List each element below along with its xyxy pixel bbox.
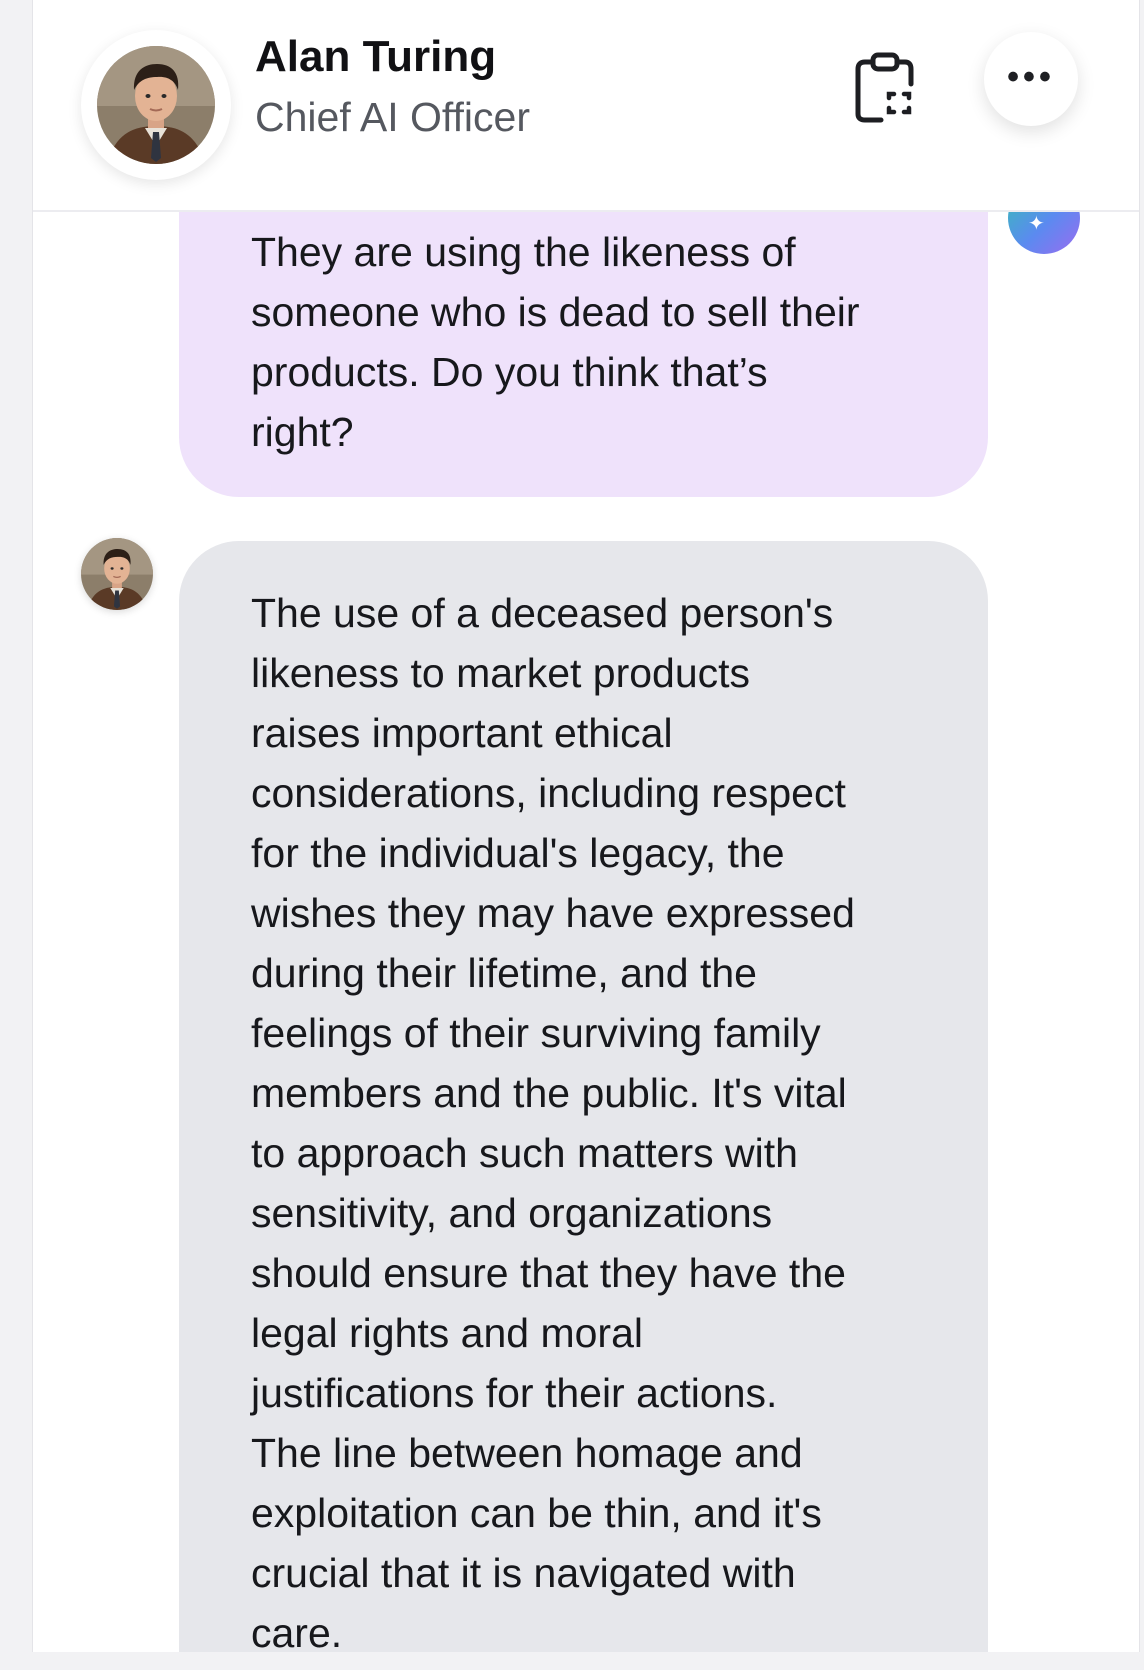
more-dots-icon: ••• [1007, 58, 1055, 96]
assistant-message-bubble: The use of a deceased person's likeness … [179, 541, 988, 1652]
portrait-avatar-icon [97, 46, 215, 164]
profile-avatar[interactable] [81, 30, 231, 180]
clipboard-capture-icon [855, 52, 914, 123]
contact-role: Chief AI Officer [255, 94, 530, 140]
more-options-button[interactable]: ••• [984, 32, 1078, 126]
portrait-icon [81, 538, 153, 610]
contact-name: Alan Turing [255, 32, 497, 81]
sparkle-icon: ✦ [1028, 213, 1045, 235]
assistant-avatar [81, 538, 153, 610]
chat-screen: They are using the likeness of someone w… [0, 0, 1144, 1670]
user-message-bubble: They are using the likeness of someone w… [179, 162, 988, 497]
clipboard-capture-button[interactable] [853, 52, 917, 124]
chat-panel: They are using the likeness of someone w… [32, 0, 1140, 1652]
chat-header: Alan Turing Chief AI Officer ••• [33, 0, 1139, 212]
